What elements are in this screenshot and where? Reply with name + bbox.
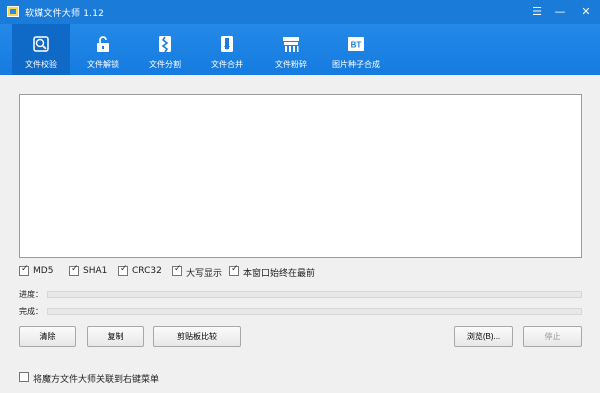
complete-label: 完成： — [19, 307, 43, 316]
tab-file-check[interactable]: 文件校验 — [12, 24, 70, 75]
close-icon[interactable]: ✕ — [577, 4, 595, 20]
progress-label: 进度： — [19, 290, 43, 299]
context-menu-label: 将魔方文件大师关联到右键菜单 — [33, 375, 160, 385]
tab-image-torrent-combine-label: 图片种子合成 — [332, 60, 380, 69]
tab-file-shred-label: 文件粉碎 — [275, 60, 307, 69]
window-title: 软媒文件大师 1.12 — [25, 9, 105, 19]
svg-text:BT: BT — [351, 41, 362, 50]
browse-button[interactable]: 浏览(B)... — [454, 326, 513, 347]
merge-icon — [221, 36, 233, 52]
app-window: 软媒文件大师 1.12 ☰ — ✕ 文件校验 文件解锁 文件分割 文件合并 文件… — [0, 0, 600, 393]
tab-image-torrent-combine[interactable]: BT 图片种子合成 — [322, 24, 390, 75]
tab-file-unlock[interactable]: 文件解锁 — [74, 24, 132, 75]
uppercase-label: 大写显示 — [186, 269, 223, 279]
copy-button[interactable]: 复制 — [87, 326, 144, 347]
tab-file-check-label: 文件校验 — [25, 60, 57, 69]
stop-button[interactable]: 停止 — [523, 326, 582, 347]
sha1-checkbox[interactable] — [69, 264, 79, 276]
md5-label: MD5 — [33, 266, 54, 276]
crc32-label: CRC32 — [132, 266, 162, 276]
clear-button[interactable]: 清除 — [19, 326, 76, 347]
topmost-checkbox[interactable] — [229, 264, 239, 276]
topmost-label: 本窗口始终在最前 — [243, 269, 316, 279]
checksum-result-textarea[interactable] — [19, 94, 582, 258]
tab-file-shred[interactable]: 文件粉碎 — [262, 24, 320, 75]
tab-file-merge-label: 文件合并 — [211, 60, 243, 69]
context-menu-option[interactable]: 将魔方文件大师关联到右键菜单 — [19, 371, 189, 385]
hash-options: MD5 SHA1 CRC32 大写显示 本窗口始终在最前 — [19, 264, 582, 279]
tab-file-merge[interactable]: 文件合并 — [198, 24, 256, 75]
shred-icon — [283, 37, 299, 52]
complete-bar — [47, 308, 582, 315]
tab-file-unlock-label: 文件解锁 — [87, 60, 119, 69]
tab-file-split-label: 文件分割 — [149, 60, 181, 69]
main-toolbar: 文件校验 文件解锁 文件分割 文件合并 文件粉碎 BT 图片种子合成 — [0, 24, 600, 75]
crc32-checkbox[interactable] — [118, 264, 128, 276]
menu-icon[interactable]: ☰ — [528, 4, 546, 20]
unlock-icon — [97, 36, 109, 52]
tab-file-split[interactable]: 文件分割 — [136, 24, 194, 75]
sha1-label: SHA1 — [83, 266, 108, 276]
minimize-icon[interactable]: — — [551, 4, 569, 20]
progress-row: 进度： — [19, 289, 582, 301]
app-logo-icon — [7, 6, 19, 17]
bt-image-icon: BT — [348, 37, 364, 51]
title-bar[interactable]: 软媒文件大师 1.12 ☰ — ✕ — [0, 0, 600, 24]
complete-row: 完成： — [19, 306, 582, 318]
progress-bar — [47, 291, 582, 298]
split-icon — [159, 36, 171, 53]
clipboard-compare-button[interactable]: 剪贴板比较 — [153, 326, 241, 347]
uppercase-checkbox[interactable] — [172, 264, 182, 276]
md5-checkbox[interactable] — [19, 264, 29, 276]
file-check-icon — [33, 36, 49, 52]
context-menu-checkbox[interactable] — [19, 372, 29, 382]
